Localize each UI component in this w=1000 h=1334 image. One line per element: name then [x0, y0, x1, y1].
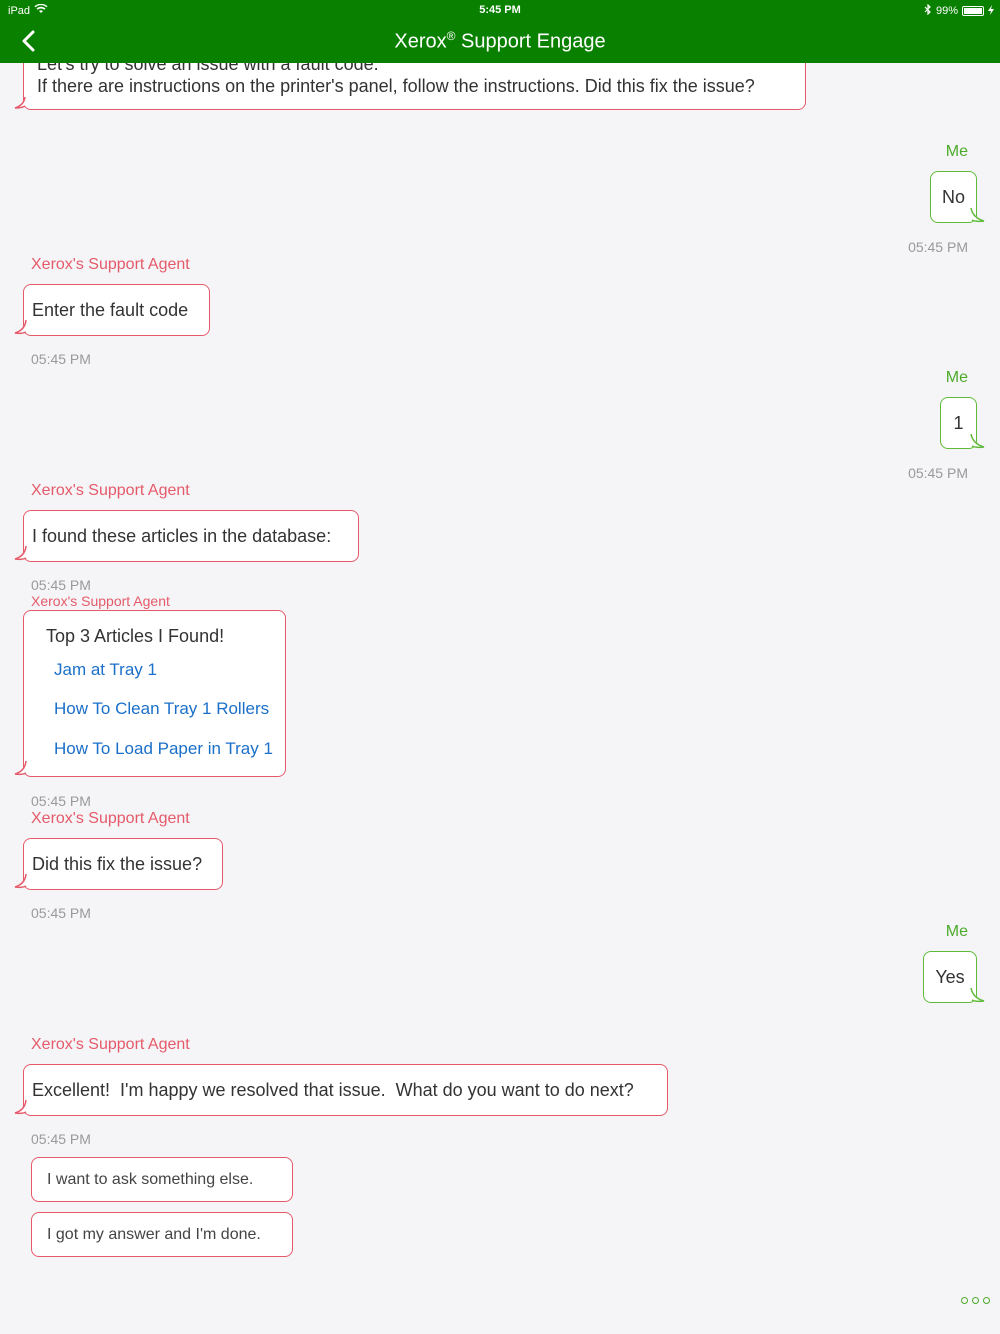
quick-reply-done[interactable]: I got my answer and I'm done. [31, 1212, 293, 1257]
agent-message-bubble: Excellent! I'm happy we resolved that is… [23, 1064, 668, 1116]
articles-title: Top 3 Articles I Found! [46, 626, 225, 646]
message-text: Enter the fault code [32, 299, 189, 320]
message-text: Let's try to solve an issue with a fault… [37, 63, 379, 74]
bubble-tail [970, 434, 985, 449]
message-time: 05:45 PM [908, 465, 968, 481]
bubble-tail [14, 1100, 27, 1115]
message-time: 05:45 PM [908, 239, 968, 255]
agent-message-bubble: Did this fix the issue? [23, 838, 223, 890]
dot [961, 1297, 968, 1304]
bubble-tail [14, 874, 27, 889]
sender-label: Me [945, 143, 968, 160]
sender-label: Xerox's Support Agent [31, 593, 170, 609]
battery-icon [962, 6, 984, 16]
message-text: 1 [953, 412, 964, 433]
message-0-clip: Let's try to solve an issue with a fault… [0, 63, 1000, 113]
bubble-tail [14, 546, 27, 561]
agent-message-bubble: I found these articles in the database: [23, 510, 359, 562]
sender-label: Me [945, 923, 968, 940]
battery-percent: 99% [935, 5, 958, 17]
title-brand: Xerox [394, 30, 447, 53]
message-time: 05:45 PM [31, 577, 91, 593]
message-text: Yes [935, 966, 965, 987]
more-options-icon[interactable] [961, 1297, 990, 1304]
agent-message-bubble: Let's try to solve an issue with a fault… [23, 63, 806, 110]
quick-reply-ask-else[interactable]: I want to ask something else. [31, 1157, 293, 1202]
message-text: If there are instructions on the printer… [37, 76, 755, 96]
message-text: No [941, 186, 965, 207]
article-link[interactable]: Jam at Tray 1 [54, 660, 157, 680]
sender-label: Xerox's Support Agent [31, 482, 190, 499]
message-time: 05:45 PM [31, 905, 91, 921]
article-link[interactable]: How To Clean Tray 1 Rollers [54, 699, 269, 719]
articles-card: Top 3 Articles I Found! Jam at Tray 1 Ho… [23, 610, 286, 777]
sender-label: Me [945, 369, 968, 386]
message-time: 05:45 PM [31, 351, 91, 367]
dot [983, 1297, 990, 1304]
bubble-tail [14, 320, 27, 335]
message-time: 05:45 PM [31, 1131, 91, 1147]
page-title: Xerox® Support Engage [0, 29, 1000, 54]
article-link[interactable]: How To Load Paper in Tray 1 [54, 739, 273, 759]
bubble-tail [970, 208, 985, 223]
status-bar: iPad 5:45 PM 99% [0, 0, 1000, 20]
dot [972, 1297, 979, 1304]
status-time: 5:45 PM [479, 4, 521, 16]
agent-message-bubble: Enter the fault code [23, 284, 210, 336]
message-text: I found these articles in the database: [32, 525, 332, 546]
sender-label: Xerox's Support Agent [31, 1036, 190, 1053]
bluetooth-icon [924, 3, 932, 18]
sender-label: Xerox's Support Agent [31, 256, 190, 273]
message-text: Did this fix the issue? [32, 853, 203, 874]
status-right: 99% [924, 3, 994, 18]
bubble-tail [970, 988, 985, 1003]
bubble-tail [14, 97, 26, 109]
user-message-bubble: Yes [923, 951, 977, 1003]
charging-icon [988, 4, 994, 18]
sender-label: Xerox's Support Agent [31, 810, 190, 827]
bubble-tail [14, 761, 27, 776]
top-bar: iPad 5:45 PM 99% Xerox® Support Engage [0, 0, 1000, 63]
message-text: Excellent! I'm happy we resolved that is… [32, 1079, 634, 1100]
nav-bar: Xerox® Support Engage [0, 20, 1000, 63]
message-time: 05:45 PM [31, 793, 91, 809]
title-rest: Support Engage [455, 30, 606, 53]
